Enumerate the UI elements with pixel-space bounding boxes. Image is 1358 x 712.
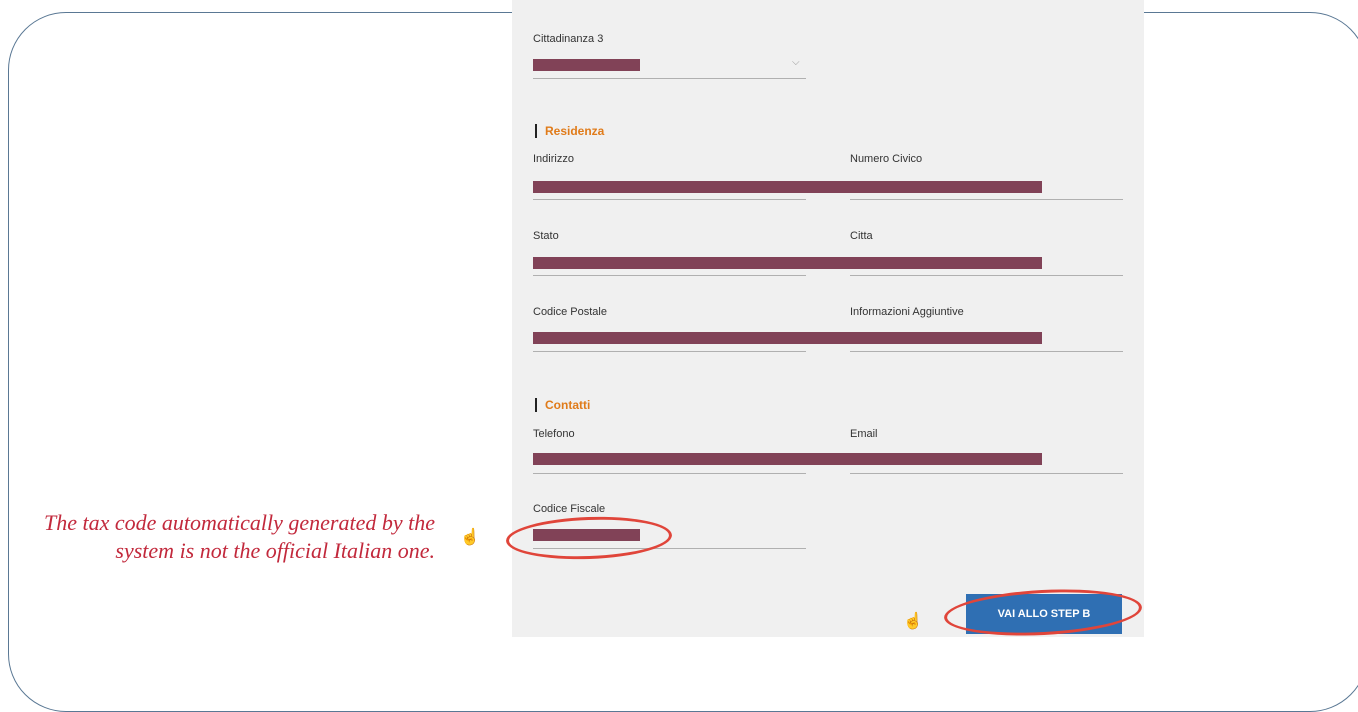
section-contatti-title: Contatti (535, 398, 590, 412)
numero-civico-label: Numero Civico (850, 153, 923, 165)
numero-civico-input[interactable] (850, 199, 1123, 200)
residenza-row3-redacted (533, 332, 1042, 344)
cittadinanza3-label: Cittadinanza 3 (533, 33, 604, 45)
section-residenza-title: Residenza (535, 124, 604, 138)
info-aggiuntive-input[interactable] (850, 351, 1123, 352)
stato-select[interactable] (533, 275, 806, 276)
cittadinanza3-select[interactable] (533, 78, 806, 79)
citta-label: Citta (850, 230, 873, 242)
email-label: Email (850, 428, 878, 440)
residenza-row2-redacted (533, 257, 1042, 269)
indirizzo-label: Indirizzo (533, 153, 574, 165)
codice-postale-input[interactable] (533, 351, 806, 352)
annotation-note: The tax code automatically generated by … (44, 510, 435, 563)
chevron-down-icon[interactable]: ⌵ (792, 57, 800, 68)
email-input[interactable] (850, 473, 1123, 474)
cittadinanza3-value-redacted (533, 59, 640, 71)
telefono-input[interactable] (533, 473, 806, 474)
indirizzo-input[interactable] (533, 199, 806, 200)
citta-input[interactable] (850, 275, 1123, 276)
pointer-click-icon: ☝ (460, 529, 480, 546)
info-aggiuntive-label: Informazioni Aggiuntive (850, 306, 964, 318)
stato-label: Stato (533, 230, 559, 242)
contatti-row-redacted (533, 453, 1042, 465)
codice-fiscale-label: Codice Fiscale (533, 503, 606, 515)
telefono-label: Telefono (533, 428, 575, 440)
pointer-click-icon: ☝ (903, 613, 923, 630)
residenza-row1-redacted (533, 181, 1042, 193)
codice-postale-label: Codice Postale (533, 306, 607, 318)
